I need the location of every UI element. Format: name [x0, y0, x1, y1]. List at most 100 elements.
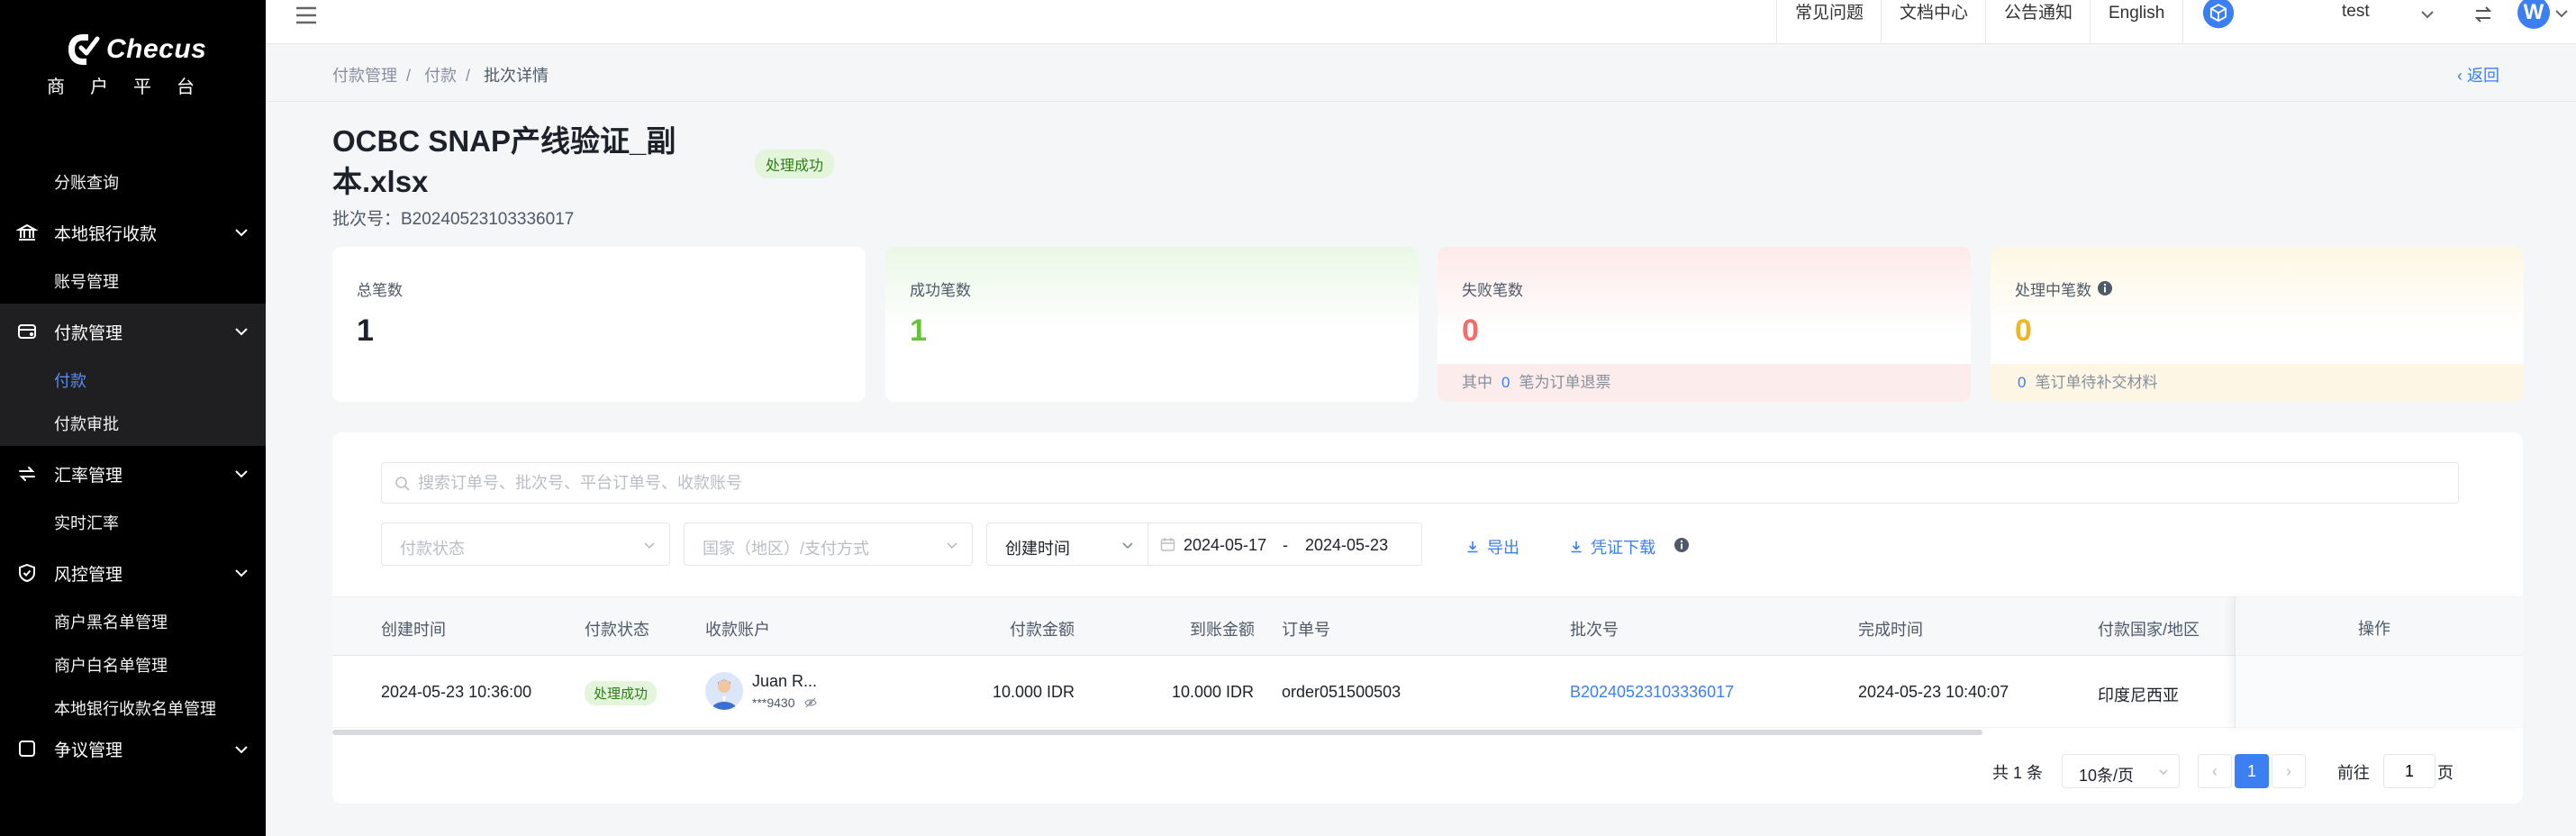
export-button[interactable]: 导出: [1465, 535, 1519, 559]
chevron-down-icon: [235, 746, 248, 754]
goto-page-input[interactable]: [2383, 754, 2435, 788]
search-icon: [395, 477, 410, 491]
select-value: 创建时间: [1005, 540, 1070, 558]
column-header: 批次号: [1570, 621, 1619, 639]
payment-status-select[interactable]: 付款状态: [381, 522, 670, 566]
time-type-select[interactable]: 创建时间: [986, 522, 1148, 566]
info-icon[interactable]: [2097, 280, 2113, 296]
page-title: OCBC SNAP产线验证_副本.xlsx: [332, 124, 676, 198]
chevron-down-icon[interactable]: [2418, 5, 2436, 23]
sidebar-item-partial[interactable]: [0, 140, 266, 161]
language-switch[interactable]: English: [2090, 0, 2184, 44]
status-badge: 处理成功: [585, 681, 658, 705]
stat-value: 1: [910, 314, 927, 348]
sidebar-item-whitelist[interactable]: 商户白名单管理: [0, 644, 266, 687]
date-end[interactable]: 2024-05-23: [1305, 536, 1388, 555]
select-placeholder: 付款状态: [400, 540, 465, 558]
user-name[interactable]: test: [2342, 2, 2370, 22]
horizontal-scrollbar[interactable]: [332, 730, 1982, 735]
search-input[interactable]: [418, 463, 2444, 503]
sidebar-group-payment[interactable]: 付款管理: [0, 304, 266, 359]
download-icon: [1467, 541, 1478, 553]
column-header: 到账金额: [1190, 621, 1255, 639]
announcements-link[interactable]: 公告通知: [1985, 0, 2091, 44]
sidebar-item-blacklist[interactable]: 商户黑名单管理: [0, 601, 266, 644]
stat-card-pending: 处理中笔数 0 0 笔订单待补交材料: [1991, 247, 2524, 402]
sidebar-item-payment[interactable]: 付款: [0, 359, 266, 403]
next-page-button[interactable]: ›: [2272, 754, 2306, 788]
payee-name: Juan R...: [752, 672, 818, 690]
sidebar-group-exchange[interactable]: 汇率管理: [0, 446, 266, 502]
voucher-download-button[interactable]: 凭证下载: [1569, 535, 1655, 559]
stat-value: 0: [1462, 314, 1479, 348]
column-header: 付款金额: [1010, 621, 1075, 639]
date-start[interactable]: 2024-05-17: [1184, 536, 1266, 555]
sidebar-group-dispute[interactable]: 争议管理: [0, 731, 266, 767]
cell-country: 印度尼西亚: [2098, 686, 2179, 704]
column-header: 付款状态: [585, 621, 649, 639]
stat-footnote: 0 笔订单待补交材料: [1991, 364, 2524, 402]
date-range-picker[interactable]: 2024-05-17 - 2024-05-23: [1147, 522, 1422, 566]
info-icon[interactable]: [1673, 537, 1690, 553]
breadcrumb-separator: /: [406, 67, 412, 85]
sidebar-item-realtime-rate[interactable]: 实时汇率: [0, 502, 266, 545]
cell-order-number: order051500503: [1282, 683, 1401, 701]
docs-link[interactable]: 文档中心: [1881, 0, 1986, 44]
footnote-prefix: 其中: [1462, 374, 1492, 391]
page-number-button[interactable]: 1: [2235, 754, 2269, 788]
cube-app-icon[interactable]: [2200, 0, 2236, 31]
divider: [266, 101, 2576, 102]
chevron-down-icon: [947, 542, 957, 550]
sidebar-group-label: 汇率管理: [54, 466, 123, 486]
search-box[interactable]: [381, 462, 2459, 504]
cell-received-amount: 10.000 IDR: [1172, 683, 1255, 701]
breadcrumb-item[interactable]: 付款管理: [332, 67, 397, 85]
sidebar-group-label: 风控管理: [54, 565, 123, 585]
country-method-select[interactable]: 国家（地区）/支付方式: [684, 522, 973, 566]
stat-value: 0: [2015, 314, 2032, 348]
table-header: 创建时间 付款状态 收款账户 付款金额 到账金额 订单号 批次号 完成时间 付款…: [332, 596, 2523, 656]
footnote-suffix: 笔订单待补交材料: [2035, 374, 2158, 391]
chevron-down-icon[interactable]: [2553, 5, 2570, 22]
footnote-count[interactable]: 0: [1501, 374, 1510, 391]
sidebar-item-local-bank-list[interactable]: 本地银行收款名单管理: [0, 687, 266, 731]
chevron-left-icon: ‹: [2457, 67, 2463, 85]
faq-link[interactable]: 常见问题: [1776, 0, 1882, 44]
sidebar-item-split-query[interactable]: 分账查询: [0, 161, 266, 204]
menu-toggle-icon[interactable]: [293, 2, 320, 29]
footnote-count[interactable]: 0: [2018, 374, 2026, 391]
voucher-label: 凭证下载: [1591, 539, 1655, 557]
stat-value: 1: [357, 314, 374, 348]
stat-label: 成功笔数: [910, 282, 971, 299]
sidebar-item-account-management[interactable]: 账号管理: [0, 260, 266, 304]
batch-number-link[interactable]: B20240523103336017: [1570, 683, 1734, 702]
switch-account-icon[interactable]: [2472, 4, 2494, 25]
payee-account: ***9430: [752, 695, 795, 710]
sidebar-item-payment-approval[interactable]: 付款审批: [0, 403, 266, 446]
sidebar-group-label: 本地银行收款: [54, 224, 158, 244]
table-row[interactable]: 2024-05-23 10:36:00 处理成功 Juan R... ***94…: [332, 656, 2523, 728]
chevron-down-icon: [1122, 542, 1133, 550]
avatar[interactable]: W: [2517, 0, 2550, 29]
cell-pay-amount: 10.000 IDR: [993, 683, 1075, 701]
column-header: 订单号: [1282, 621, 1330, 639]
actions-column: 操作: [2235, 596, 2523, 728]
sidebar: Checus 商户平台 分账查询 本地银行收款 账号管理 付款管理 付款 付款审…: [0, 0, 266, 836]
prev-page-button[interactable]: ‹: [2198, 754, 2232, 788]
logo-text: Checus: [106, 34, 207, 64]
stat-label: 失败笔数: [1462, 282, 1523, 299]
back-link[interactable]: ‹ 返回: [2457, 63, 2499, 86]
stat-label: 处理中笔数: [2015, 282, 2091, 299]
goto-label: 前往: [2337, 764, 2370, 782]
pagination: 共 1 条 10条/页 ‹ 1 › 前往 页: [332, 754, 2523, 790]
breadcrumb-item[interactable]: 付款: [424, 67, 457, 85]
page-size-select[interactable]: 10条/页: [2062, 754, 2180, 788]
eye-off-icon[interactable]: [804, 697, 817, 708]
sidebar-group-local-bank[interactable]: 本地银行收款: [0, 204, 266, 260]
chevron-down-icon: [235, 569, 248, 577]
chevron-down-icon: [235, 470, 248, 478]
dispute-icon: [16, 738, 38, 759]
chevron-down-icon: [235, 328, 248, 336]
cell-created-time: 2024-05-23 10:36:00: [381, 683, 532, 701]
sidebar-group-risk[interactable]: 风控管理: [0, 545, 266, 601]
